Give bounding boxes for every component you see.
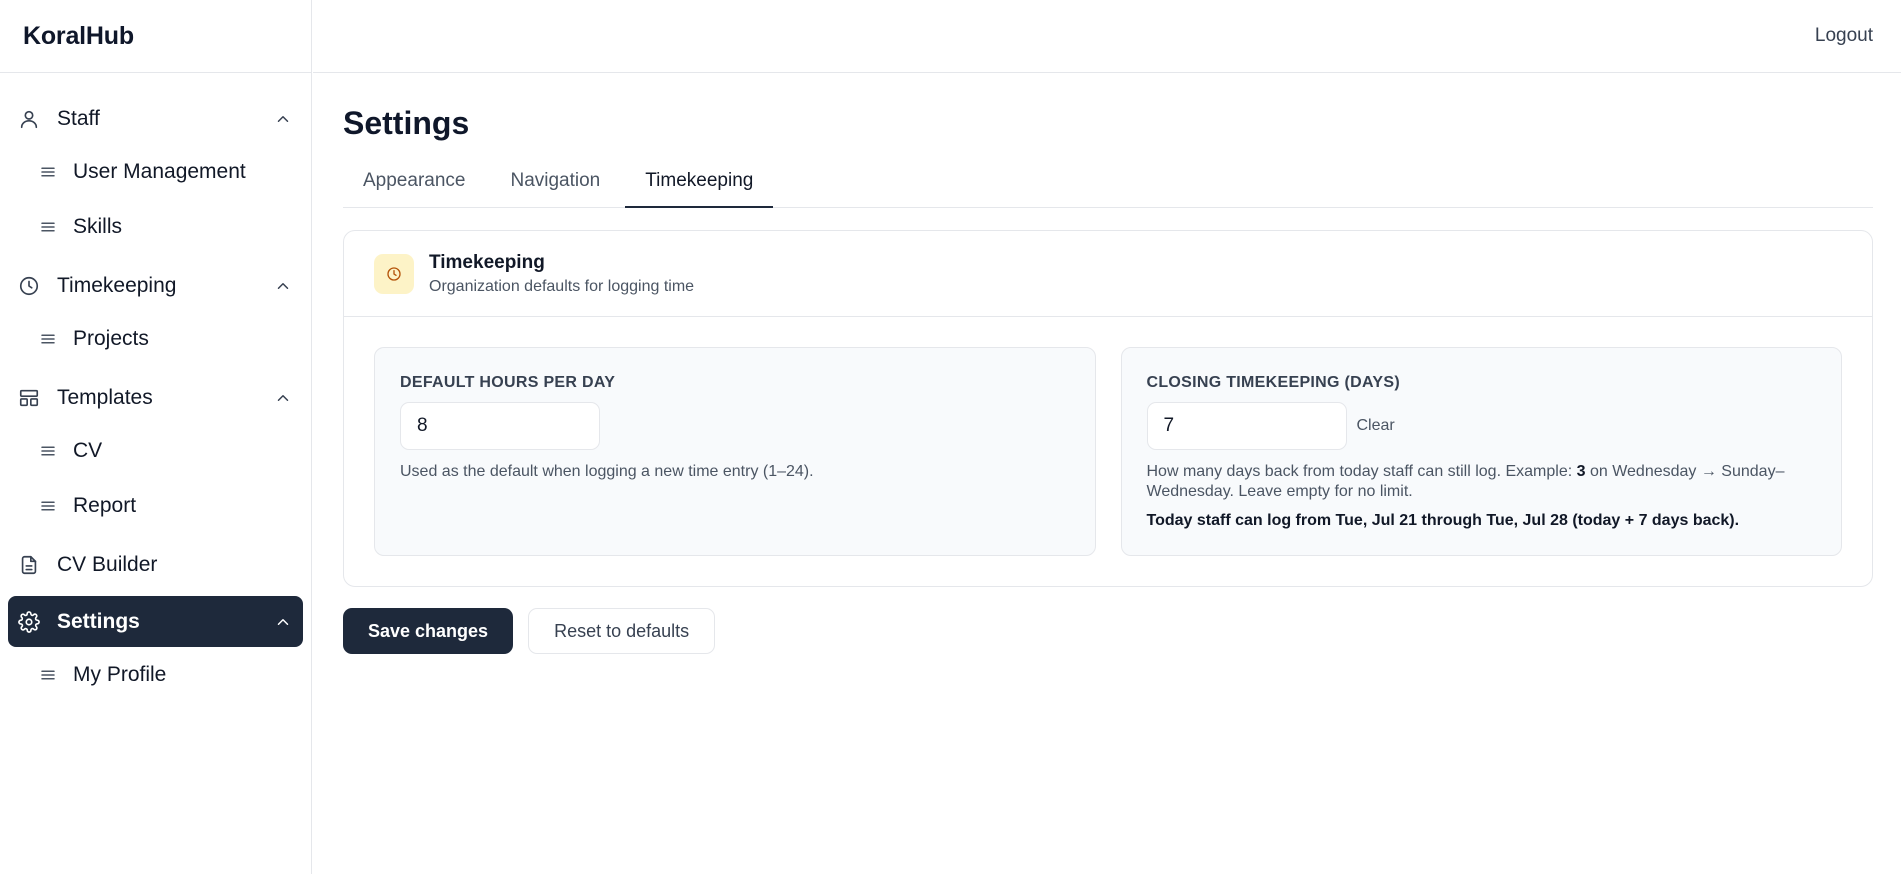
closing-days-note: Today staff can log from Tue, Jul 21 thr…: [1146, 512, 1740, 529]
card-header-text: Timekeeping Organization defaults for lo…: [429, 252, 694, 296]
reset-defaults-button[interactable]: Reset to defaults: [528, 608, 716, 654]
card-title: Timekeeping: [429, 251, 545, 273]
menu-lines-icon: [38, 162, 58, 182]
sidebar-group-label: Settings: [57, 609, 140, 633]
chevron-up-icon[interactable]: [273, 276, 293, 296]
closing-days-section: CLOSING TIMEKEEPING (DAYS) Clear How man…: [1120, 347, 1842, 556]
sidebar-group-label: Staff: [57, 106, 100, 130]
save-changes-button[interactable]: Save changes: [343, 608, 514, 654]
sidebar-item-label: Projects: [73, 326, 149, 350]
main-content: Settings Appearance Navigation Timekeepi…: [343, 73, 1873, 654]
menu-lines-icon: [38, 496, 58, 516]
settings-tabs: Appearance Navigation Timekeeping: [343, 164, 1873, 208]
file-icon: [18, 554, 40, 576]
tab-timekeeping[interactable]: Timekeeping: [625, 164, 774, 208]
sidebar-group-label: Templates: [57, 385, 153, 409]
sidebar-item-user-management[interactable]: User Management: [0, 144, 311, 199]
sidebar-nav: Staff User Management Skills Timekeeping: [0, 73, 311, 702]
sidebar-item-projects[interactable]: Projects: [0, 311, 311, 366]
sidebar-group-settings[interactable]: Settings: [8, 596, 303, 647]
default-hours-section: DEFAULT HOURS PER DAY Used as the defaul…: [374, 347, 1096, 556]
card-body: DEFAULT HOURS PER DAY Used as the defaul…: [344, 317, 1872, 586]
help-example-value: 3: [1576, 463, 1586, 480]
default-hours-label: DEFAULT HOURS PER DAY: [400, 374, 616, 391]
sidebar-item-report[interactable]: Report: [0, 478, 311, 533]
form-actions: Save changes Reset to defaults: [343, 608, 1873, 654]
sidebar-group-templates[interactable]: Templates: [8, 372, 303, 423]
chevron-up-icon[interactable]: [273, 612, 293, 632]
sidebar: KoralHub Staff User Management Skills Ti…: [0, 0, 312, 874]
gear-icon: [18, 610, 40, 633]
sidebar-item-label: Report: [73, 493, 137, 517]
menu-lines-icon: [38, 665, 58, 685]
closing-days-label: CLOSING TIMEKEEPING (DAYS): [1146, 374, 1400, 391]
menu-lines-icon: [38, 329, 58, 349]
sidebar-item-my-profile[interactable]: My Profile: [0, 647, 311, 702]
chevron-up-icon[interactable]: [273, 388, 293, 408]
logout-button[interactable]: Logout: [1815, 25, 1873, 47]
menu-lines-icon: [38, 441, 58, 461]
tab-navigation[interactable]: Navigation: [490, 164, 620, 208]
sidebar-item-label: My Profile: [73, 662, 167, 686]
sidebar-item-skills[interactable]: Skills: [0, 199, 311, 254]
card-header: Timekeeping Organization defaults for lo…: [344, 231, 1872, 317]
sidebar-group-staff[interactable]: Staff: [8, 93, 303, 144]
sidebar-item-cv-builder[interactable]: CV Builder: [8, 539, 303, 590]
sidebar-item-label: User Management: [73, 159, 246, 183]
user-icon: [18, 108, 40, 130]
default-hours-input[interactable]: [400, 402, 600, 450]
closing-days-help: How many days back from today staff can …: [1147, 462, 1817, 502]
sidebar-item-label: CV: [73, 438, 103, 462]
page-title: Settings: [343, 105, 470, 141]
menu-lines-icon: [38, 217, 58, 237]
sidebar-item-label: Skills: [73, 214, 123, 238]
clock-icon: [18, 275, 40, 297]
chevron-up-icon[interactable]: [273, 109, 293, 129]
sidebar-group-label: Timekeeping: [57, 273, 177, 297]
sidebar-group-label: CV Builder: [57, 552, 158, 576]
card-subtitle: Organization defaults for logging time: [429, 277, 695, 295]
top-bar: Logout: [313, 0, 1901, 73]
default-hours-help: Used as the default when logging a new t…: [400, 463, 814, 480]
layout-icon: [18, 387, 40, 409]
help-prefix: How many days back from today staff can …: [1146, 463, 1577, 480]
clear-button[interactable]: Clear: [1357, 417, 1395, 435]
sidebar-group-timekeeping[interactable]: Timekeeping: [8, 260, 303, 311]
closing-days-input[interactable]: [1146, 402, 1347, 450]
clock-icon: [374, 253, 414, 294]
timekeeping-card: Timekeeping Organization defaults for lo…: [343, 230, 1873, 587]
tab-appearance[interactable]: Appearance: [343, 164, 485, 208]
brand-logo[interactable]: KoralHub: [0, 0, 311, 73]
sidebar-item-cv[interactable]: CV: [0, 423, 311, 478]
